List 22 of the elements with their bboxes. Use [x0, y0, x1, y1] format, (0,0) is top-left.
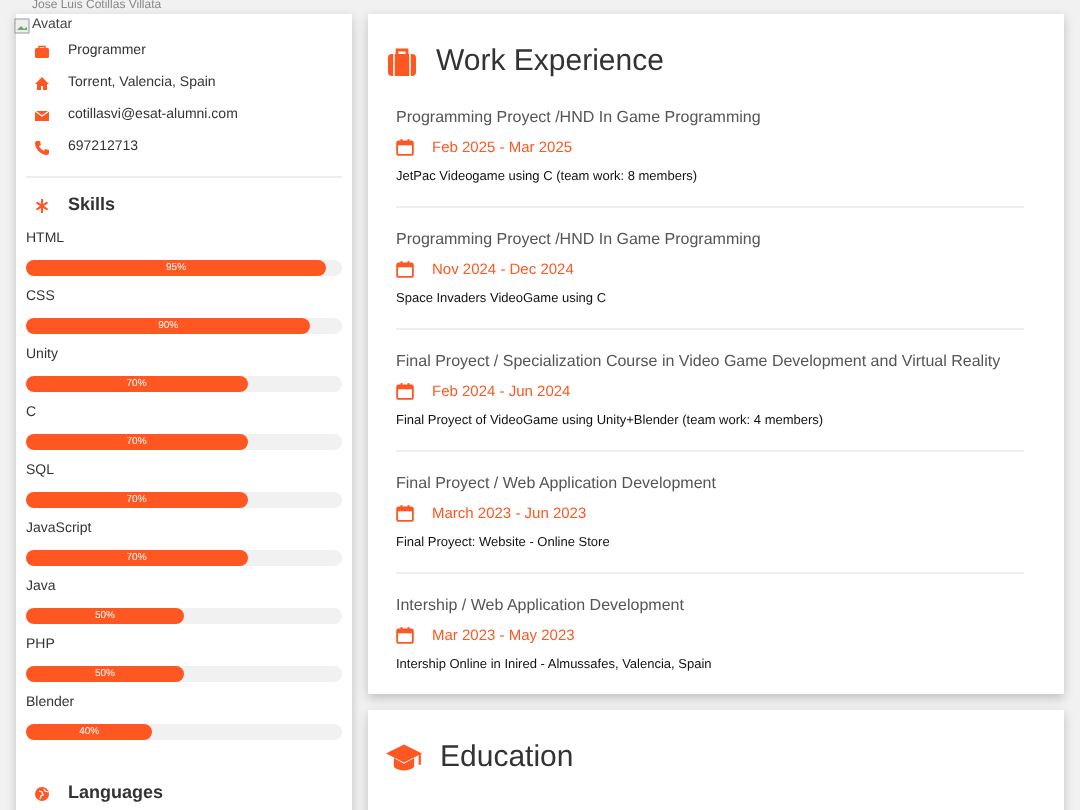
- calendar-icon: [396, 381, 414, 399]
- envelope-icon: [34, 108, 50, 124]
- home-icon: [34, 76, 50, 92]
- graduation-cap-icon: [386, 739, 422, 776]
- calendar-icon: [396, 503, 414, 521]
- section-title: Work Experience: [436, 42, 664, 82]
- entry-title: Intership / Web Application Development: [396, 595, 686, 615]
- briefcase-icon: [34, 44, 50, 60]
- calendar-icon: [396, 259, 414, 277]
- section-heading: Skills: [68, 192, 116, 219]
- globe-icon: [34, 786, 50, 802]
- calendar-icon: [396, 625, 414, 643]
- entry-title: Programming Proyect /HND In Game Programming: [396, 229, 763, 249]
- entry-title: Final Proyect / Specialization Course in Video Game Development and Virtual Reality: [396, 351, 1003, 371]
- section-heading: Languages: [68, 780, 164, 807]
- phone-icon: [34, 140, 50, 156]
- asterisk-icon: [34, 198, 50, 214]
- calendar-icon: [396, 137, 414, 155]
- section-title: Education: [440, 737, 574, 777]
- entry-title: Programming Proyect /HND In Game Programming: [396, 107, 763, 127]
- suitcase-icon: [386, 46, 418, 79]
- entry-title: Final Proyect / Web Application Development: [396, 473, 718, 493]
